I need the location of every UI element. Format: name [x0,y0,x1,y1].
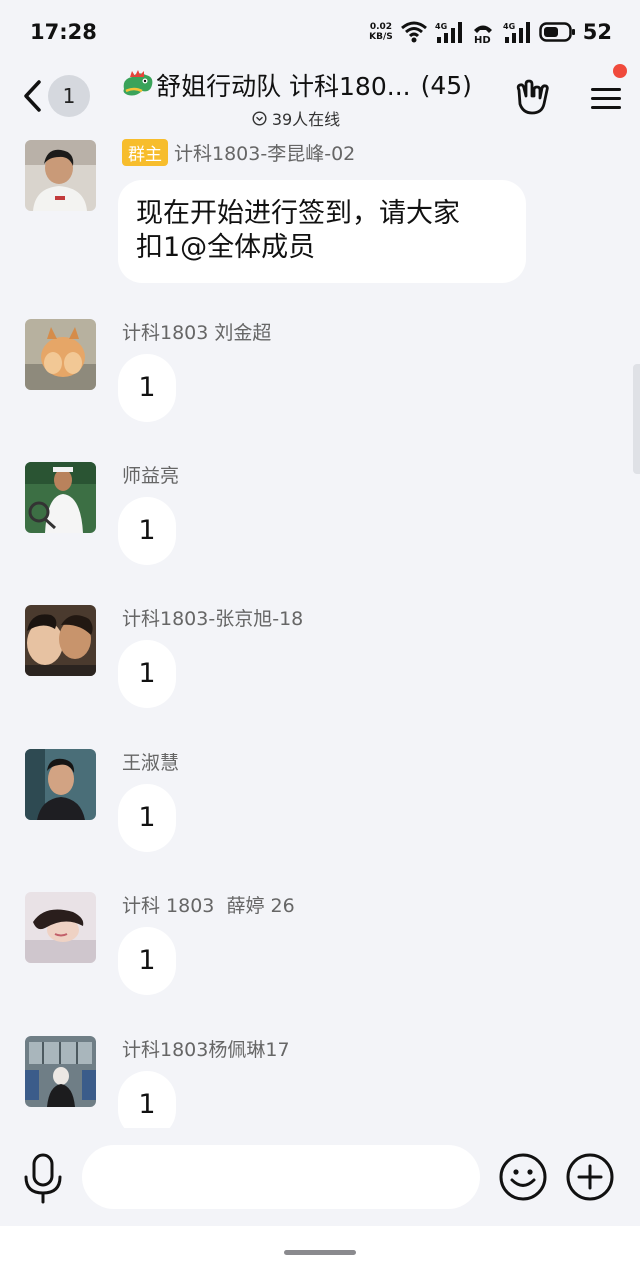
message-text-line: 现在开始进行签到，请大家 [136,198,460,229]
online-count: 39人在线 [271,110,341,129]
avatar[interactable] [25,1036,96,1107]
message-text-line: 扣1@全体成员 [136,232,316,263]
back-button[interactable]: 1 [22,74,96,118]
menu-button[interactable] [588,76,624,116]
message-bubble[interactable]: 1 [118,1071,176,1128]
sender-name[interactable]: 王淑慧 [122,748,179,775]
wifi-icon [400,21,427,43]
message-bubble[interactable]: 现在开始进行签到，请大家 扣1@全体成员 [118,180,526,283]
status-icons: 0.02 KB/S 4G HD 4G 52 [369,20,612,44]
chevron-down-circle-icon [252,110,267,126]
chat-title-area[interactable]: 舒姐行动队 计科180... (45) 39人在线 [96,64,496,130]
message-bubble[interactable]: 1 [118,784,176,852]
input-bar [0,1128,640,1226]
sender-info: 计科1803杨佩琳17 [122,1034,290,1062]
microphone-icon [24,1153,62,1204]
status-bar: 17:28 0.02 KB/S 4G HD 4G 52 [0,0,640,64]
tennis-player-photo-image [25,462,96,533]
message-bubble[interactable]: 1 [118,497,176,565]
signal-4g-icon: 4G [435,22,462,43]
scroll-handle[interactable] [633,364,640,474]
avatar[interactable] [25,749,96,820]
svg-text:HD: HD [474,35,491,44]
avatar[interactable] [25,140,96,211]
message-list[interactable]: 群主 计科1803-李昆峰-02 现在开始进行签到，请大家 扣1@全体成员 计科… [0,130,640,1128]
chevron-left-icon [24,80,41,112]
corgi-photo-image [25,319,96,390]
sender-name[interactable]: 计科1803-张京旭-18 [122,604,303,631]
status-time: 17:28 [30,20,97,44]
signal-4g-icon-2: 4G [503,22,530,43]
svg-text:4G: 4G [503,22,515,31]
hand-gesture-icon [516,79,549,115]
sender-info: 计科1803-张京旭-18 [122,603,303,631]
message-bubble[interactable]: 1 [118,927,176,995]
sender-info: 王淑慧 [122,747,179,775]
avatar[interactable] [25,462,96,533]
sender-info: 师益亮 [122,460,179,488]
sender-info: 计科1803 刘金超 [122,317,271,345]
battery-icon [539,22,575,42]
gesture-nav-area [0,1226,640,1280]
message-input[interactable] [82,1145,480,1209]
member-count: (45) [420,70,472,100]
hamburger-menu-icon [591,88,621,109]
user-photo-image [25,140,96,211]
avatar[interactable] [25,319,96,390]
sender-name[interactable]: 计科1803 刘金超 [122,318,271,345]
dragon-emoji-icon [123,70,153,96]
svg-text:4G: 4G [435,22,447,31]
home-indicator[interactable] [284,1250,356,1255]
group-title: 舒姐行动队 计科180... [156,72,411,101]
emoji-button[interactable] [498,1152,548,1202]
message-bubble[interactable]: 1 [118,354,176,422]
sender-name[interactable]: 计科1803-李昆峰-02 [174,139,355,166]
sender-name[interactable]: 计科1803杨佩琳17 [122,1035,290,1062]
voice-button[interactable] [22,1152,64,1206]
avatar[interactable] [25,605,96,676]
subway-figure-image [25,1036,96,1107]
sender-name[interactable]: 师益亮 [122,461,179,488]
sender-info: 群主 计科1803-李昆峰-02 [122,138,355,166]
man-portrait-image [25,749,96,820]
smiley-icon [499,1153,547,1201]
plus-circle-icon [566,1153,614,1201]
hand-sign-button[interactable] [511,76,553,118]
avatar[interactable] [25,892,96,963]
sender-info: 计科 1803 薛婷 26 [122,890,295,918]
network-speed: 0.02 KB/S [369,22,393,42]
message-bubble[interactable]: 1 [118,640,176,708]
unread-count-badge: 1 [48,75,90,117]
owner-badge: 群主 [122,138,168,166]
battery-level: 52 [582,20,612,44]
woman-photo-image [25,892,96,963]
online-status: 39人在线 [96,106,496,130]
child-photo-image [25,605,96,676]
chat-header: 1 舒姐行动队 计科180... (45) 39人在线 [0,64,640,130]
sender-name[interactable]: 计科 1803 薛婷 26 [122,891,295,918]
hd-call-icon: HD [473,25,492,44]
more-options-button[interactable] [565,1152,615,1202]
notification-dot [613,64,627,78]
